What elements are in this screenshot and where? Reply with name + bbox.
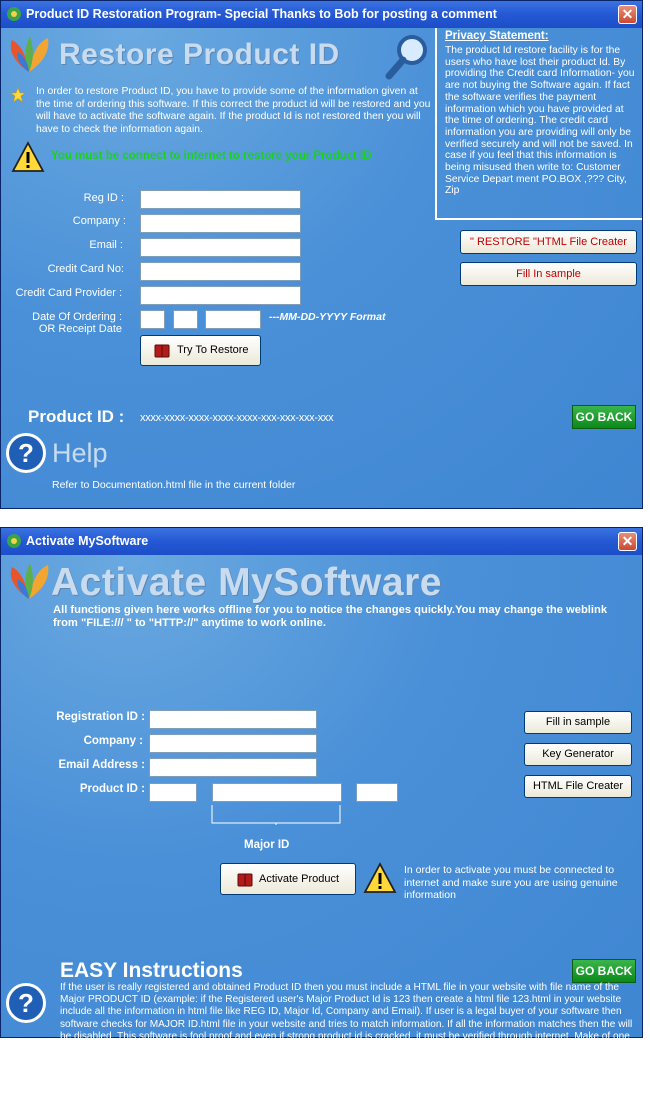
warning-icon	[363, 862, 397, 893]
try-to-restore-label: Try To Restore	[177, 344, 249, 356]
page-title: Activate MySoftware	[51, 561, 442, 604]
credit-card-no-input[interactable]	[140, 262, 301, 281]
subtitle-text: All functions given here works offline f…	[53, 604, 608, 629]
book-icon	[154, 344, 170, 358]
email-input[interactable]	[140, 238, 301, 257]
try-to-restore-button[interactable]: Try To Restore	[140, 335, 261, 366]
company-input[interactable]	[149, 734, 317, 753]
activate-product-button[interactable]: Activate Product	[220, 863, 356, 895]
activate-mysoftware-window: Activate MySoftware ✕ Activate MySoftwar…	[0, 527, 643, 1054]
registration-id-label: Registration ID :	[56, 711, 145, 723]
help-text: Refer to Documentation.html file in the …	[52, 479, 296, 491]
privacy-title: Privacy Statement:	[445, 30, 549, 42]
date-label-line1: Date Of Ordering :	[32, 311, 122, 323]
date-day-input[interactable]	[173, 310, 198, 329]
fill-in-sample-button[interactable]: Fill In sample	[460, 262, 637, 286]
butterfly-logo-icon	[10, 563, 49, 599]
company-label: Company :	[72, 215, 126, 227]
activate-note-text: In order to activate you must be connect…	[404, 864, 618, 901]
date-label-line2: OR Receipt Date	[38, 323, 122, 335]
registration-id-input[interactable]	[149, 710, 317, 729]
credit-card-no-label: Credit Card No:	[47, 263, 124, 275]
app-icon	[7, 534, 21, 548]
key-generator-button[interactable]: Key Generator	[524, 743, 632, 766]
butterfly-logo-icon	[10, 36, 49, 72]
app-icon	[7, 7, 21, 21]
instructions-text: If the user is really registered and obt…	[60, 982, 633, 1055]
restore-html-file-creater-button[interactable]: " RESTORE "HTML File Creater	[460, 230, 637, 254]
date-year-input[interactable]	[205, 310, 261, 329]
window-client-area: Activate MySoftware All functions given …	[1, 555, 642, 1054]
reg-id-label: Reg ID :	[83, 192, 124, 204]
credit-card-provider-input[interactable]	[140, 286, 301, 305]
go-back-button[interactable]: GO BACK	[572, 405, 636, 429]
privacy-panel: Privacy Statement: The product Id restor…	[435, 28, 642, 220]
help-icon[interactable]: ?	[6, 983, 46, 1023]
product-id-part1-input[interactable]	[149, 783, 197, 802]
magnifier-icon	[385, 35, 427, 80]
warning-icon	[11, 141, 45, 172]
email-address-input[interactable]	[149, 758, 317, 777]
help-icon[interactable]: ?	[6, 433, 46, 473]
book-icon	[237, 873, 253, 887]
star-icon	[10, 87, 26, 103]
date-month-input[interactable]	[140, 310, 165, 329]
major-id-label: Major ID	[244, 839, 290, 851]
activate-product-label: Activate Product	[259, 873, 340, 885]
title-bar[interactable]: Activate MySoftware ✕	[1, 528, 642, 555]
help-heading: Help	[52, 438, 108, 468]
credit-card-provider-label: Credit Card Provider :	[15, 287, 122, 299]
date-of-ordering-label: Date Of Ordering : OR Receipt Date	[1, 311, 122, 335]
fill-in-sample-button[interactable]: Fill in sample	[524, 711, 632, 734]
page-title: Restore Product ID	[59, 38, 340, 71]
company-label: Company :	[83, 735, 143, 747]
date-format-hint: ---MM-DD-YYYY Format	[269, 311, 386, 323]
privacy-text: The product Id restore facility is for t…	[445, 45, 635, 197]
reg-id-input[interactable]	[140, 190, 301, 209]
close-button[interactable]: ✕	[618, 532, 637, 551]
window-title: Product ID Restoration Program- Special …	[26, 7, 497, 21]
product-id-part3-input[interactable]	[356, 783, 398, 802]
window-title: Activate MySoftware	[26, 534, 149, 548]
product-id-value: xxxx-xxxx-xxxx-xxxx-xxxx-xxx-xxx-xxx-xxx	[140, 412, 334, 424]
email-label: Email :	[89, 239, 123, 251]
html-file-creater-button[interactable]: HTML File Creater	[524, 775, 632, 798]
title-bar[interactable]: Product ID Restoration Program- Special …	[1, 1, 642, 28]
internet-warning-text: You must be connect to internet to resto…	[51, 150, 372, 162]
product-id-label: Product ID :	[28, 407, 125, 426]
product-id-label: Product ID :	[79, 783, 145, 795]
restore-product-id-window: Product ID Restoration Program- Special …	[0, 0, 643, 509]
window-client-area: Restore Product ID Privacy Statement: Th…	[1, 28, 642, 508]
close-button[interactable]: ✕	[618, 5, 637, 24]
company-input[interactable]	[140, 214, 301, 233]
intro-text: In order to restore Product ID, you have…	[36, 86, 431, 135]
product-id-major-input[interactable]	[212, 783, 342, 802]
email-address-label: Email Address :	[58, 759, 146, 771]
major-id-bracket	[211, 805, 341, 825]
instructions-heading: EASY Instructions	[60, 959, 243, 982]
go-back-button[interactable]: GO BACK	[572, 959, 636, 983]
